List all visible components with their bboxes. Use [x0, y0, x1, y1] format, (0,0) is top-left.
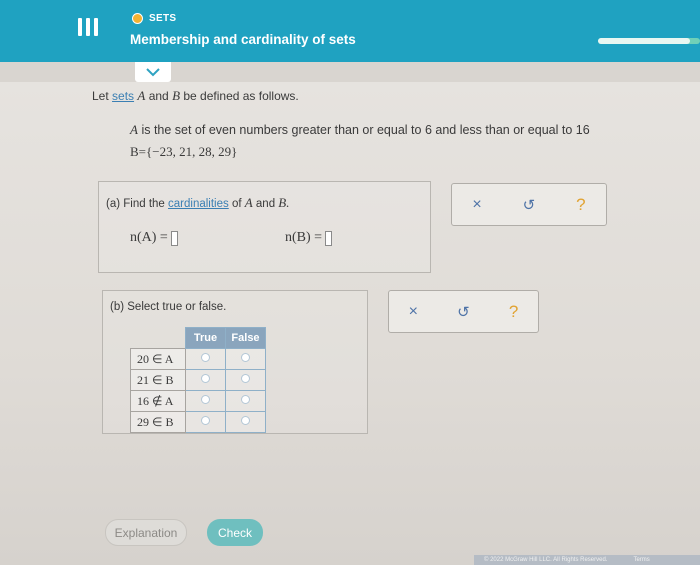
true-cell	[185, 369, 226, 391]
cardinality-b-input[interactable]	[325, 230, 333, 246]
true-radio[interactable]	[201, 395, 210, 404]
false-radio[interactable]	[241, 395, 250, 404]
true-cell	[185, 390, 226, 412]
cardinality-a-label: n(A) =	[130, 230, 168, 245]
false-cell	[225, 390, 266, 412]
cardinality-a: n(A) =	[130, 230, 178, 246]
false-cell	[225, 348, 266, 370]
intro-var-b: B	[172, 88, 181, 103]
set-b-definition: B={−23, 21, 28, 29}	[130, 144, 238, 159]
statement-cell: 21 ∈ B	[130, 369, 186, 391]
copyright-text: © 2022 McGraw Hill LLC. All Rights Reser…	[484, 557, 608, 563]
table-row: 29 ∈ B	[130, 411, 266, 433]
intro-suffix: be defined as follows.	[183, 89, 299, 103]
part-a-var-b: B.	[278, 195, 290, 210]
collapse-toggle[interactable]	[135, 62, 171, 82]
chevron-down-icon	[146, 67, 160, 76]
set-a-definition: A is the set of even numbers greater tha…	[130, 122, 590, 138]
help-icon[interactable]: ?	[576, 195, 585, 215]
false-radio[interactable]	[241, 353, 250, 362]
explanation-button[interactable]: Explanation	[105, 519, 187, 546]
intro-prefix: Let	[92, 89, 109, 103]
cardinality-b: n(B) =	[285, 230, 333, 246]
footer-bar: © 2022 McGraw Hill LLC. All Rights Reser…	[474, 555, 700, 565]
cardinality-b-label: n(B) =	[285, 230, 323, 245]
def-a-text: is the set of even numbers greater than …	[141, 123, 590, 137]
cardinalities-link[interactable]: cardinalities	[168, 198, 229, 210]
intro-var-a: A	[137, 88, 146, 103]
part-a-label: (a) Find the cardinalities of A and B.	[106, 195, 290, 211]
cardinality-a-input[interactable]	[170, 230, 178, 246]
clear-x-icon[interactable]: ×	[472, 196, 481, 214]
part-b-label: (b) Select true or false.	[110, 301, 227, 313]
topic-row: SETS	[132, 13, 176, 24]
false-radio[interactable]	[241, 374, 250, 383]
table-row: 20 ∈ A	[130, 348, 266, 370]
table-row: 16 ∉ A	[130, 390, 266, 412]
help-icon[interactable]: ?	[509, 302, 518, 322]
terms-link[interactable]: Terms	[633, 557, 649, 563]
topic-status-icon	[132, 13, 143, 24]
column-header-false: False	[225, 327, 266, 349]
true-radio[interactable]	[201, 416, 210, 425]
header-bar: SETS Membership and cardinality of sets	[0, 0, 700, 62]
def-a-var: A	[130, 122, 138, 137]
statement-cell: 20 ∈ A	[130, 348, 186, 370]
progress-bar	[598, 38, 700, 44]
table-row: 21 ∈ B	[130, 369, 266, 391]
true-false-table: True False 20 ∈ A 21 ∈ B 16 ∉ A 29 ∈ B	[130, 327, 266, 433]
sets-link[interactable]: sets	[112, 89, 134, 103]
topic-label: SETS	[149, 13, 177, 24]
true-cell	[185, 348, 226, 370]
statement-cell: 29 ∈ B	[130, 411, 186, 433]
part-a-prefix: (a) Find the	[106, 198, 165, 210]
intro-and: and	[148, 89, 169, 103]
check-button[interactable]: Check	[207, 519, 263, 546]
part-a-actions: × ↺ ?	[451, 183, 607, 226]
part-b-actions: × ↺ ?	[388, 290, 539, 333]
undo-icon[interactable]: ↺	[523, 196, 536, 214]
page-title: Membership and cardinality of sets	[130, 32, 356, 47]
statement-cell: 16 ∉ A	[130, 390, 186, 412]
table-corner	[131, 328, 186, 349]
menu-icon[interactable]	[78, 18, 98, 38]
part-a-var-a: A	[244, 195, 253, 210]
true-cell	[185, 411, 226, 433]
part-a-and: and	[255, 198, 276, 210]
false-radio[interactable]	[241, 416, 250, 425]
column-header-true: True	[185, 327, 226, 349]
true-radio[interactable]	[201, 353, 210, 362]
false-cell	[225, 369, 266, 391]
part-a-of: of	[231, 198, 242, 210]
true-radio[interactable]	[201, 374, 210, 383]
intro-text: Let sets A and B be defined as follows.	[92, 88, 299, 104]
undo-icon[interactable]: ↺	[457, 303, 470, 321]
clear-x-icon[interactable]: ×	[409, 303, 418, 321]
false-cell	[225, 411, 266, 433]
progress-fill	[598, 38, 690, 44]
